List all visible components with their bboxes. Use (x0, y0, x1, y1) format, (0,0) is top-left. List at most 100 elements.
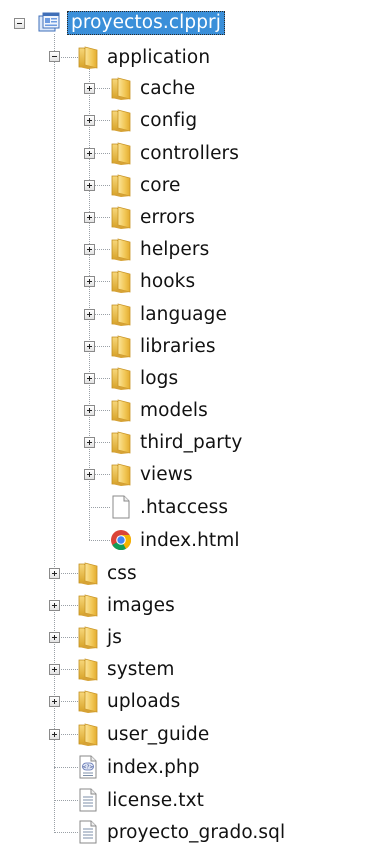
tree-node-js[interactable]: js (76, 623, 122, 651)
tree-node-proyecto-grado-sql[interactable]: proyecto_grado.sql (76, 818, 285, 846)
tree-node-label: license.txt (107, 789, 205, 811)
tree-node-helpers[interactable]: helpers (109, 235, 209, 263)
folder-icon (76, 44, 100, 70)
expand-toggle-css[interactable] (49, 568, 60, 579)
tree-node-label: proyecto_grado.sql (107, 821, 286, 843)
blank-file-icon (109, 494, 133, 520)
project-explorer-tree: proyectos.clpprj application cache confi… (0, 0, 374, 841)
folder-icon (109, 172, 133, 198)
text-file-icon (76, 819, 100, 845)
expand-toggle-js[interactable] (49, 632, 60, 643)
chrome-html-icon (109, 527, 133, 553)
tree-node-user-guide[interactable]: user_guide (76, 720, 209, 748)
tree-node-models[interactable]: models (109, 396, 208, 424)
tree-line (54, 800, 78, 801)
tree-node-errors[interactable]: errors (109, 203, 195, 231)
folder-icon (76, 592, 100, 618)
tree-node-label: hooks (140, 270, 196, 292)
folder-icon (109, 268, 133, 294)
tree-node-cache[interactable]: cache (109, 74, 195, 102)
folder-icon (109, 301, 133, 327)
tree-node-label: helpers (140, 238, 210, 260)
expand-toggle-errors[interactable] (84, 212, 95, 223)
tree-node-label: system (107, 658, 175, 680)
tree-node-index-php[interactable]: index.php (76, 753, 200, 781)
folder-icon (109, 333, 133, 359)
php-file-icon (76, 754, 100, 780)
project-icon (37, 10, 61, 36)
folder-icon (109, 397, 133, 423)
expand-toggle-uploads[interactable] (49, 696, 60, 707)
expand-toggle-system[interactable] (49, 664, 60, 675)
tree-node-label: user_guide (107, 723, 210, 745)
tree-node-css[interactable]: css (76, 559, 137, 587)
folder-icon (76, 688, 100, 714)
tree-line (54, 34, 55, 833)
expand-toggle-logs[interactable] (84, 373, 95, 384)
expand-toggle-images[interactable] (49, 600, 60, 611)
tree-node-license-txt[interactable]: license.txt (76, 786, 204, 814)
folder-icon (109, 75, 133, 101)
expand-toggle-helpers[interactable] (84, 244, 95, 255)
tree-node-hooks[interactable]: hooks (109, 267, 195, 295)
tree-node-label: proyectos.clpprj (67, 11, 225, 35)
tree-node-language[interactable]: language (109, 300, 227, 328)
tree-node-label: language (140, 303, 227, 325)
tree-node-system[interactable]: system (76, 655, 174, 683)
tree-node-label: third_party (140, 431, 243, 453)
folder-icon (109, 204, 133, 230)
tree-node-label: models (140, 399, 208, 421)
tree-node-core[interactable]: core (109, 171, 180, 199)
expand-toggle-core[interactable] (84, 180, 95, 191)
tree-node-root[interactable]: proyectos.clpprj (37, 9, 225, 37)
tree-line (89, 540, 110, 541)
folder-icon (109, 461, 133, 487)
expand-toggle-user-guide[interactable] (49, 729, 60, 740)
tree-node-label: core (140, 174, 181, 196)
expand-toggle-controllers[interactable] (84, 148, 95, 159)
tree-node-application[interactable]: application (76, 43, 210, 71)
tree-node-images[interactable]: images (76, 591, 175, 619)
expand-toggle-hooks[interactable] (84, 276, 95, 287)
expand-toggle-config[interactable] (84, 115, 95, 126)
expand-toggle-models[interactable] (84, 405, 95, 416)
tree-node-controllers[interactable]: controllers (109, 139, 239, 167)
tree-node-label: uploads (107, 690, 181, 712)
tree-node-label: css (107, 562, 137, 584)
expand-toggle-views[interactable] (84, 469, 95, 480)
tree-node-index-html[interactable]: index.html (109, 526, 240, 554)
tree-node-label: cache (140, 77, 196, 99)
tree-node-uploads[interactable]: uploads (76, 687, 180, 715)
tree-node-views[interactable]: views (109, 460, 193, 488)
collapse-toggle-root[interactable] (14, 18, 25, 29)
tree-node-config[interactable]: config (109, 106, 197, 134)
tree-line (54, 832, 78, 833)
tree-node-label: controllers (140, 142, 239, 164)
folder-icon (109, 429, 133, 455)
expand-toggle-libraries[interactable] (84, 341, 95, 352)
tree-node-label: views (140, 463, 193, 485)
folder-icon (109, 140, 133, 166)
tree-node-htaccess[interactable]: .htaccess (109, 493, 228, 521)
tree-node-label: application (107, 46, 211, 68)
tree-node-label: logs (140, 367, 179, 389)
folder-icon (109, 107, 133, 133)
tree-node-logs[interactable]: logs (109, 364, 178, 392)
tree-node-label: js (107, 626, 122, 648)
tree-node-label: index.php (107, 756, 200, 778)
expand-toggle-third-party[interactable] (84, 437, 95, 448)
tree-node-label: libraries (140, 335, 216, 357)
tree-line (89, 507, 110, 508)
collapse-toggle-application[interactable] (49, 51, 60, 62)
tree-node-third-party[interactable]: third_party (109, 428, 242, 456)
tree-node-label: config (140, 109, 198, 131)
expand-toggle-language[interactable] (84, 309, 95, 320)
tree-line (54, 767, 78, 768)
tree-node-label: index.html (140, 529, 240, 551)
tree-node-libraries[interactable]: libraries (109, 332, 216, 360)
tree-node-label: errors (140, 206, 196, 228)
folder-icon (76, 721, 100, 747)
expand-toggle-cache[interactable] (84, 83, 95, 94)
folder-icon (109, 236, 133, 262)
folder-icon (76, 656, 100, 682)
